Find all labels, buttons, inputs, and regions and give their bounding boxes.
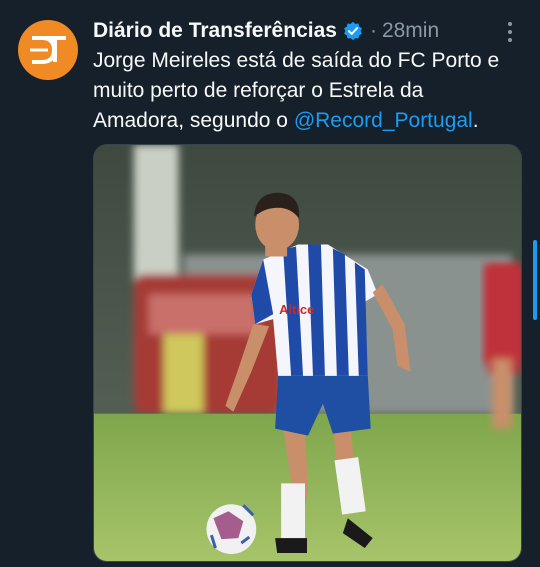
shirt-sponsor: Altice <box>279 302 314 317</box>
tweet-text-end: . <box>472 109 479 132</box>
tweet-header: Diário de Transferências · 28min <box>93 16 439 46</box>
football-player-photo: Altice <box>94 145 521 561</box>
more-options-icon[interactable] <box>500 20 520 44</box>
header-separator: · <box>369 19 377 42</box>
tweet-text: Jorge Meireles está de saída do FC Porto… <box>93 46 518 136</box>
author-name[interactable]: Diário de Transferências <box>93 19 337 43</box>
avatar-logo-icon <box>30 36 66 64</box>
tweet-media-image[interactable]: Altice <box>93 144 522 562</box>
scrollbar-thumb[interactable] <box>533 240 537 320</box>
tweet-timestamp[interactable]: 28min <box>382 19 439 43</box>
author-avatar[interactable] <box>18 20 78 80</box>
mention-link[interactable]: @Record_Portugal <box>294 109 473 132</box>
verified-badge-icon <box>344 21 362 41</box>
